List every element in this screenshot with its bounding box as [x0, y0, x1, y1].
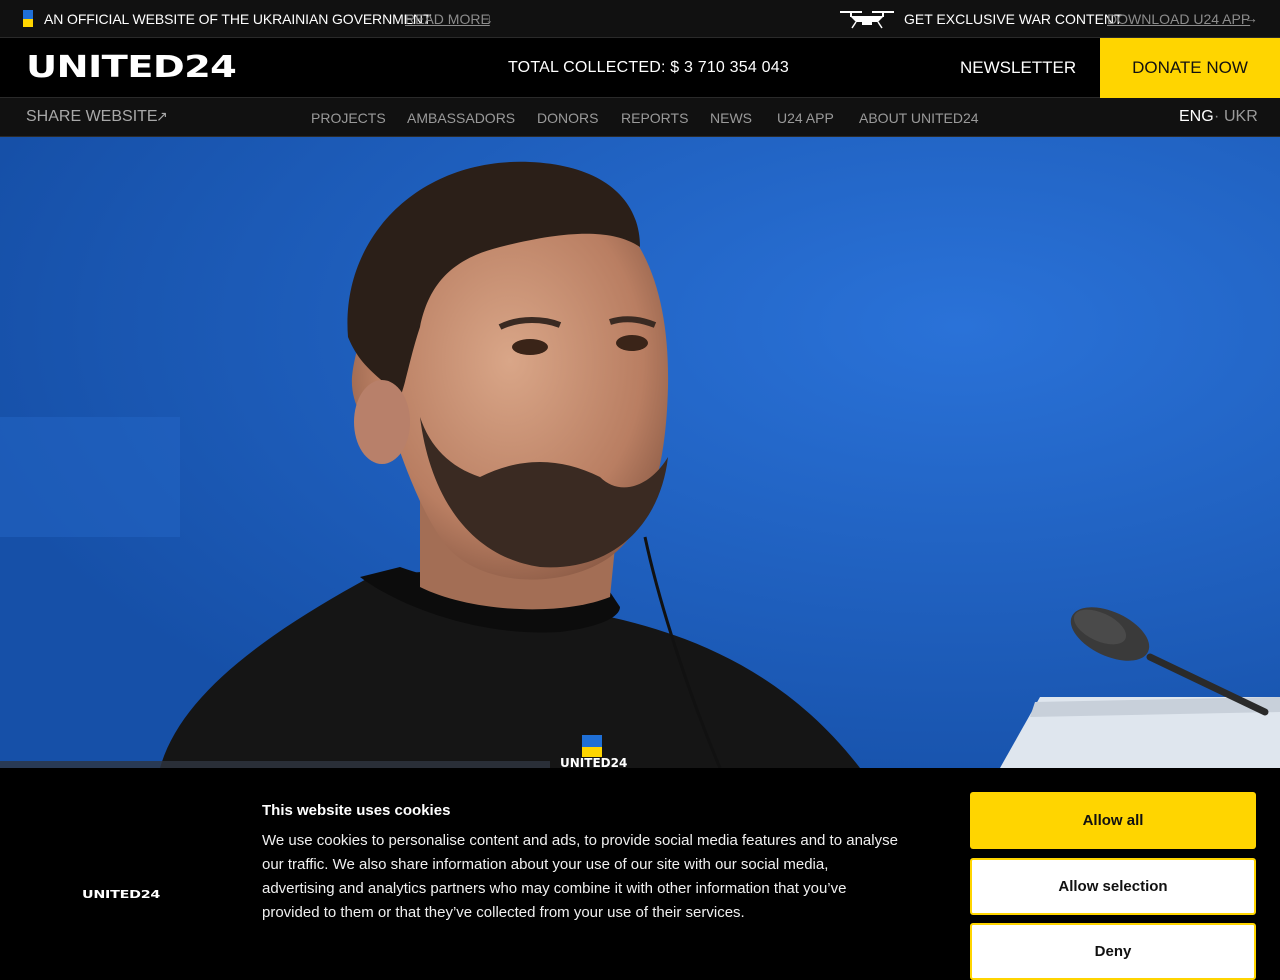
donate-now-button[interactable]: DONATE NOW: [1100, 38, 1280, 98]
site-logo[interactable]: UNITED24: [26, 51, 237, 85]
drone-icon: [840, 11, 894, 29]
lang-eng[interactable]: ENG: [1179, 108, 1214, 126]
site-header: UNITED24 TOTAL COLLECTED: $ 3 710 354 04…: [0, 38, 1280, 98]
official-text: AN OFFICIAL WEBSITE OF THE UKRAINIAN GOV…: [44, 11, 432, 27]
newsletter-link[interactable]: NEWSLETTER: [960, 58, 1076, 78]
lang-ukr[interactable]: UKR: [1224, 108, 1258, 126]
allow-selection-button[interactable]: Allow selection: [970, 858, 1256, 915]
nav-reports[interactable]: REPORTS: [621, 110, 688, 126]
cookie-banner-logo: UNITED24: [82, 888, 161, 901]
arrow-down-icon: ↓: [486, 10, 493, 26]
nav-u24-app[interactable]: U24 APP: [777, 110, 834, 126]
total-collected: TOTAL COLLECTED: $ 3 710 354 043: [508, 59, 789, 76]
cookie-title: This website uses cookies: [262, 802, 451, 819]
main-nav: SHARE WEBSITE ↗ PROJECTS AMBASSADORS DON…: [0, 98, 1280, 137]
deny-button[interactable]: Deny: [970, 923, 1256, 980]
nav-ambassadors[interactable]: AMBASSADORS: [407, 110, 515, 126]
war-content-text: GET EXCLUSIVE WAR CONTENT: [904, 11, 1123, 27]
allow-all-button[interactable]: Allow all: [970, 792, 1256, 849]
nav-about[interactable]: ABOUT UNITED24: [859, 110, 979, 126]
read-more-link[interactable]: READ MORE: [405, 11, 490, 27]
nav-projects[interactable]: PROJECTS: [311, 110, 386, 126]
nav-donors[interactable]: DONORS: [537, 110, 598, 126]
share-website-link[interactable]: SHARE WEBSITE: [26, 108, 158, 126]
lang-separator: ·: [1214, 108, 1220, 125]
cookie-description: We use cookies to personalise content an…: [262, 832, 898, 921]
sweater-logo-text: UNITED24: [560, 756, 627, 768]
download-app-link[interactable]: DOWNLOAD U24 APP: [1107, 11, 1250, 27]
hero-image: UNITED24: [0, 137, 1280, 768]
arrow-up-right-icon: ↗: [156, 108, 168, 124]
cookie-banner: UNITED24 This website uses cookies We us…: [0, 768, 1280, 980]
official-banner: AN OFFICIAL WEBSITE OF THE UKRAINIAN GOV…: [0, 0, 1280, 38]
nav-news[interactable]: NEWS: [710, 110, 752, 126]
arrow-right-icon: →: [1244, 10, 1258, 26]
hero-photo-illustration: UNITED24: [0, 137, 1280, 768]
ukraine-flag-icon: [23, 10, 33, 27]
